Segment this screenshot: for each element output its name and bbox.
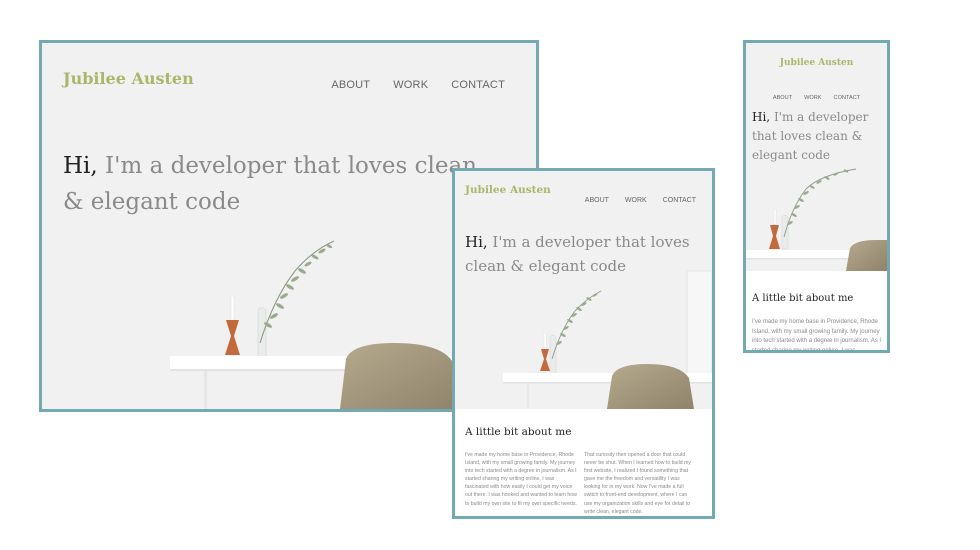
- nav-link-work[interactable]: WORK: [625, 197, 647, 204]
- main-nav: ABOUT WORK CONTACT: [569, 189, 696, 207]
- about-paragraph-1: I've made my home base in Providence, Rh…: [752, 319, 882, 353]
- hero-headline: Hi, I'm a developer that loves clean & e…: [752, 108, 887, 165]
- site-logo[interactable]: Jubilee Austen: [746, 58, 887, 68]
- candle-holder-illustration: [540, 332, 550, 371]
- nav-link-contact[interactable]: CONTACT: [834, 95, 861, 101]
- hero-greeting: Hi,: [63, 153, 98, 179]
- candle-holder-illustration: [769, 208, 780, 249]
- hero-tagline: I'm a developer that loves clean & elega…: [63, 153, 477, 215]
- about-paragraph-2: That curiosity then opened a door that c…: [584, 452, 691, 515]
- main-nav: ABOUT WORK CONTACT: [308, 75, 505, 93]
- nav-link-contact[interactable]: CONTACT: [451, 79, 505, 91]
- hero-section: Jubilee Austen ABOUT WORK CONTACT Hi, I'…: [746, 43, 887, 271]
- about-paragraph-1: I've made my home base in Providence, Rh…: [465, 452, 577, 507]
- plant-vase-illustration: [257, 240, 335, 367]
- site-logo[interactable]: Jubilee Austen: [63, 69, 194, 88]
- about-heading: A little bit about me: [465, 426, 572, 438]
- site-logo[interactable]: Jubilee Austen: [465, 184, 551, 196]
- hero-greeting: Hi,: [465, 233, 488, 251]
- nav-link-about[interactable]: ABOUT: [585, 197, 609, 204]
- hero-tagline: I'm a developer that loves clean & elega…: [752, 110, 869, 162]
- hero-headline: Hi, I'm a developer that loves clean & e…: [63, 148, 483, 220]
- tablet-preview: Jubilee Austen ABOUT WORK CONTACT Hi, I'…: [452, 168, 715, 519]
- nav-link-work[interactable]: WORK: [804, 95, 821, 101]
- chair-illustration: [846, 240, 887, 271]
- mobile-preview: Jubilee Austen ABOUT WORK CONTACT Hi, I'…: [743, 40, 890, 353]
- chair-illustration: [607, 364, 694, 409]
- nav-link-about[interactable]: ABOUT: [773, 95, 792, 101]
- hero-tagline: I'm a developer that loves clean & elega…: [465, 233, 690, 275]
- plant-vase-illustration: [549, 290, 602, 376]
- nav-link-work[interactable]: WORK: [393, 79, 428, 91]
- candle-holder-illustration: [225, 295, 240, 355]
- main-nav: ABOUT WORK CONTACT: [746, 86, 887, 104]
- about-heading: A little bit about me: [752, 293, 854, 304]
- nav-link-contact[interactable]: CONTACT: [663, 197, 696, 204]
- hero-section: Jubilee Austen ABOUT WORK CONTACT Hi, I'…: [455, 171, 712, 409]
- nav-link-about[interactable]: ABOUT: [331, 79, 370, 91]
- hero-headline: Hi, I'm a developer that loves clean & e…: [465, 230, 705, 278]
- chair-illustration: [340, 343, 460, 409]
- hero-greeting: Hi,: [752, 110, 771, 124]
- plant-vase-illustration: [781, 168, 857, 250]
